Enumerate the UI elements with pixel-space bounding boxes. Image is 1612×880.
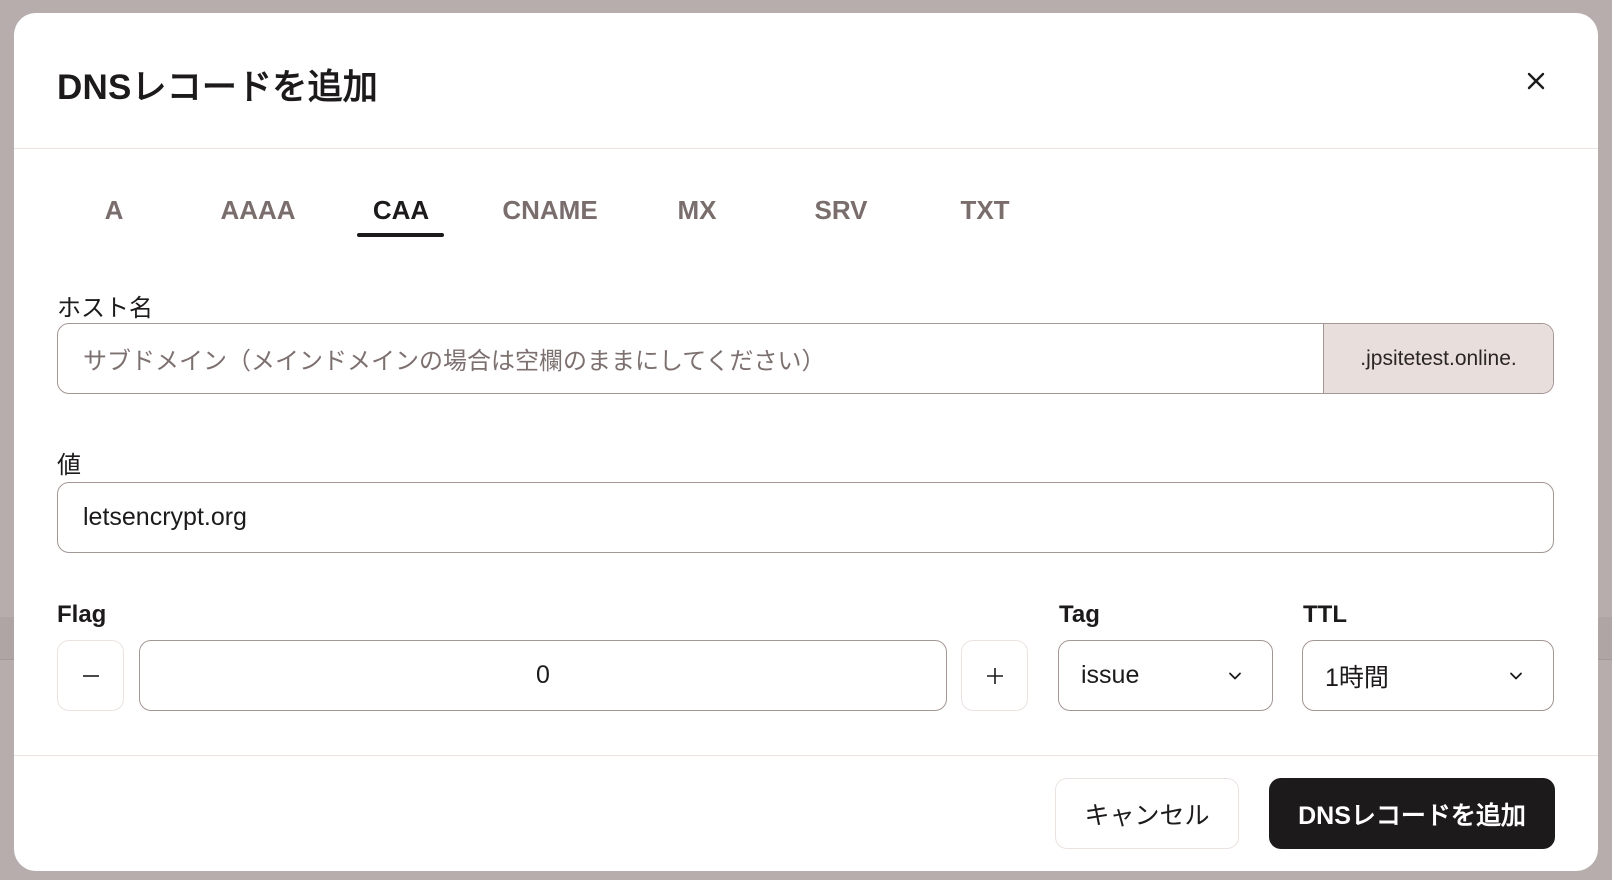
tab-srv[interactable]: SRV [781, 195, 901, 226]
active-tab-indicator [357, 233, 444, 237]
minus-icon [82, 674, 99, 677]
flag-decrement-button[interactable] [57, 640, 124, 711]
tab-a[interactable]: A [54, 195, 174, 226]
dialog-header: DNSレコードを追加 [14, 13, 1598, 149]
flag-input[interactable]: 0 [139, 640, 947, 711]
plus-icon [986, 667, 1003, 684]
flag-label: Flag [57, 601, 107, 628]
tab-txt[interactable]: TXT [925, 195, 1045, 226]
chevron-down-icon [1510, 672, 1522, 680]
tab-cname[interactable]: CNAME [490, 195, 610, 226]
close-icon [1527, 72, 1545, 90]
value-input[interactable]: letsencrypt.org [57, 482, 1554, 553]
ttl-select[interactable]: 1時間 [1302, 640, 1554, 711]
tag-select[interactable]: issue [1058, 640, 1273, 711]
footer-divider [14, 755, 1598, 756]
tab-mx[interactable]: MX [637, 195, 757, 226]
add-dns-record-button[interactable]: DNSレコードを追加 [1269, 778, 1555, 849]
add-dns-record-dialog: DNSレコードを追加 A AAAA CAA CNAME MX SRV TXT ホ… [14, 13, 1598, 871]
close-button[interactable] [1522, 67, 1550, 95]
ttl-selected-value: 1時間 [1325, 663, 1389, 692]
cancel-button[interactable]: キャンセル [1055, 778, 1239, 849]
ttl-label: TTL [1303, 601, 1347, 628]
hostname-input[interactable]: サブドメイン（メインドメインの場合は空欄のままにしてください） [58, 324, 1323, 393]
dialog-title: DNSレコードを追加 [57, 68, 378, 107]
flag-increment-button[interactable] [961, 640, 1028, 711]
tag-label: Tag [1059, 601, 1100, 628]
domain-suffix: .jpsitetest.online. [1323, 324, 1553, 393]
record-type-tabs: A AAAA CAA CNAME MX SRV TXT [14, 149, 1598, 259]
tab-caa[interactable]: CAA [341, 195, 461, 226]
chevron-down-icon [1229, 672, 1241, 680]
tab-aaaa[interactable]: AAAA [198, 195, 318, 226]
tag-selected-value: issue [1081, 661, 1140, 689]
hostname-input-group: サブドメイン（メインドメインの場合は空欄のままにしてください） .jpsitet… [57, 323, 1554, 394]
hostname-label: ホスト名 [57, 295, 153, 322]
value-label: 値 [57, 452, 81, 479]
